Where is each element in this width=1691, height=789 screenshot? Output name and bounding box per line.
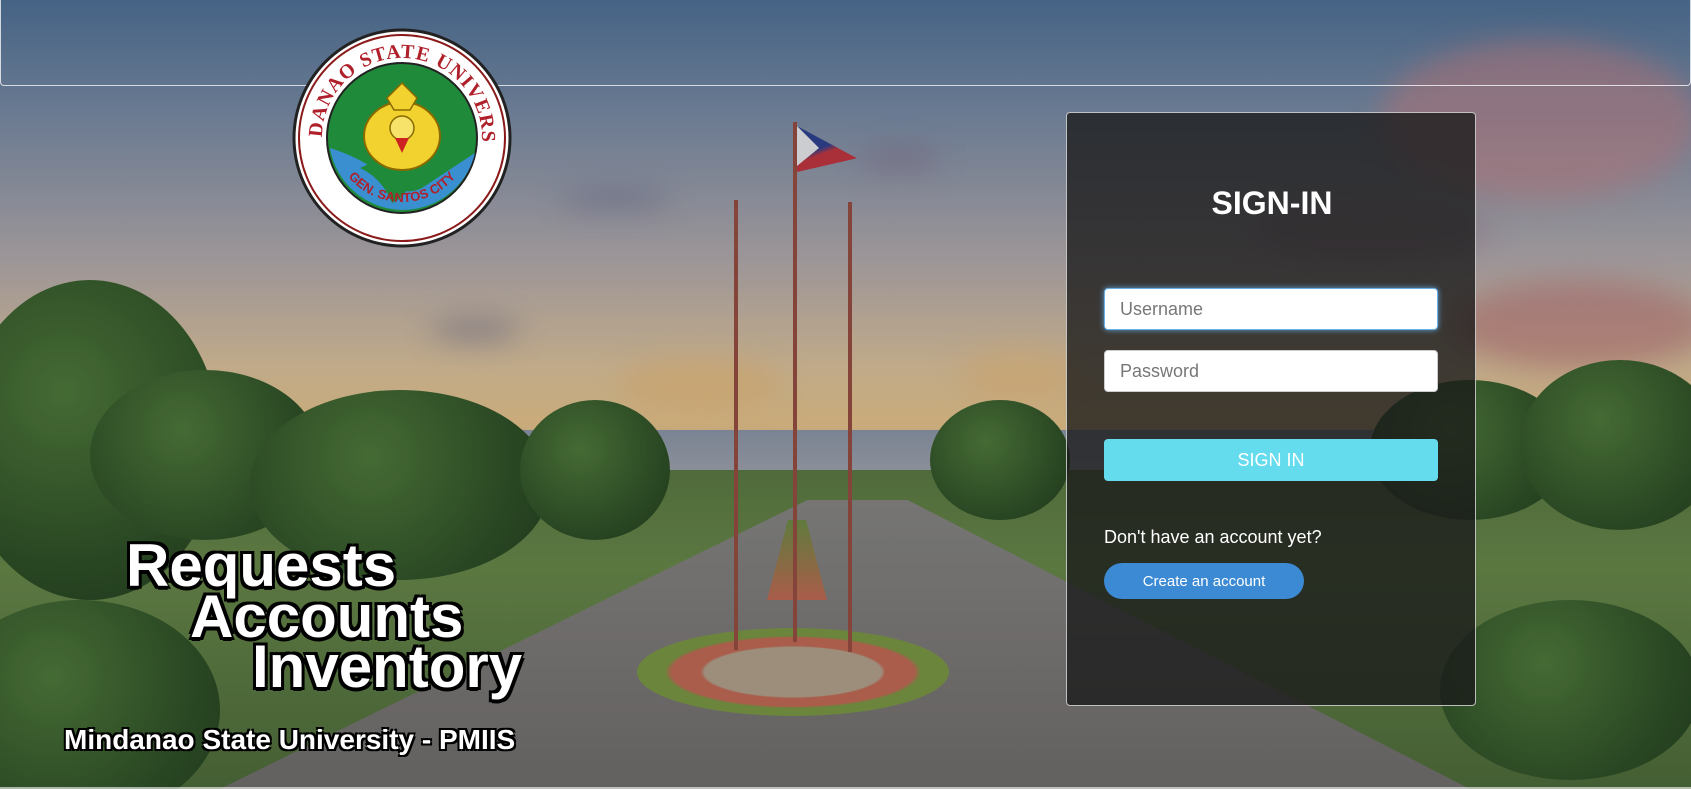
create-account-button[interactable]: Create an account bbox=[1104, 563, 1304, 599]
university-seal-logo: MINDANAO STATE UNIVERSITY GEN. SANTOS CI… bbox=[292, 28, 512, 248]
signin-panel: SIGN-IN SIGN IN Don't have an account ye… bbox=[1066, 112, 1476, 706]
login-page: MINDANAO STATE UNIVERSITY GEN. SANTOS CI… bbox=[0, 0, 1691, 789]
top-navbar bbox=[0, 0, 1691, 86]
password-input[interactable] bbox=[1104, 350, 1438, 392]
signin-button[interactable]: SIGN IN bbox=[1104, 439, 1438, 481]
username-input[interactable] bbox=[1104, 288, 1438, 330]
no-account-text: Don't have an account yet? bbox=[1104, 527, 1322, 547]
site-subtitle: Mindanao State University - PMIIS bbox=[64, 724, 516, 755]
headline-inventory: Inventory bbox=[252, 633, 523, 700]
signin-title: SIGN-IN bbox=[1211, 185, 1333, 221]
